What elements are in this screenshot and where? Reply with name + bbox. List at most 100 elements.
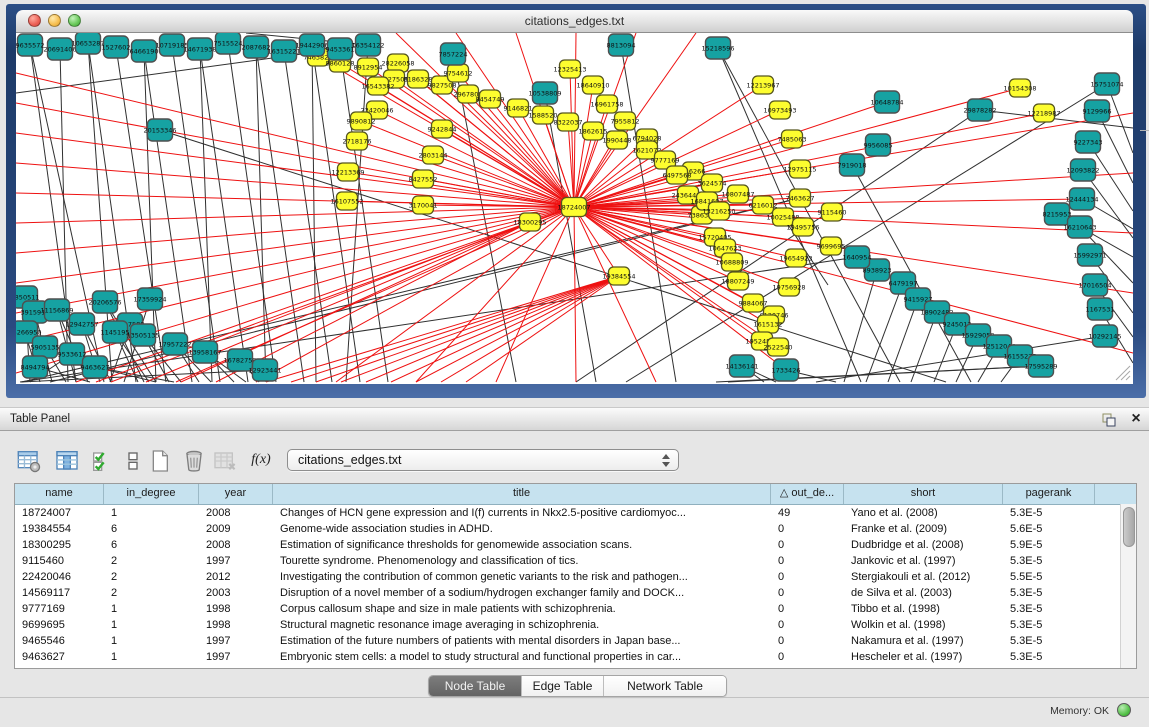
graph-node[interactable]: 29878282 [963, 99, 996, 121]
memory-status-indicator[interactable] [1117, 703, 1131, 717]
graph-node[interactable]: 12923441 [248, 359, 281, 381]
table-row[interactable]: 1938455462009Genome-wide association stu… [15, 521, 1136, 537]
table-cell[interactable]: 5.5E-5 [1003, 569, 1095, 585]
column-header-short[interactable]: short [844, 484, 1003, 504]
graph-node[interactable]: 9227343 [1074, 131, 1103, 153]
table-cell[interactable]: Tibbo et al. (1998) [844, 601, 1003, 617]
graph-node[interactable]: 6466190 [130, 40, 159, 62]
table-cell[interactable]: 1997 [199, 649, 273, 665]
graph-node[interactable]: 2087682 [242, 36, 271, 58]
table-cell[interactable]: 9777169 [15, 601, 104, 617]
table-cell[interactable]: de Silva et al. (2003) [844, 585, 1003, 601]
graph-node[interactable]: 7463627 [786, 189, 815, 207]
table-cell[interactable]: 1997 [199, 633, 273, 649]
table-cell[interactable]: 6 [104, 537, 199, 553]
graph-node[interactable]: 12325413 [553, 60, 586, 78]
graph-node[interactable]: 5905135 [31, 336, 60, 358]
table-cell[interactable]: Investigating the contribution of common… [273, 569, 771, 585]
graph-node[interactable]: 12942757 [65, 313, 98, 335]
table-row[interactable]: 977716911998Corpus callosum shape and si… [15, 601, 1136, 617]
table-cell[interactable]: 2 [104, 585, 199, 601]
graph-node[interactable]: 2718176 [343, 132, 372, 150]
table-cell[interactable]: 1 [104, 601, 199, 617]
graph-node[interactable]: 3624574 [698, 174, 727, 192]
graph-node[interactable]: 2803144 [419, 146, 448, 164]
table-cell[interactable]: Estimation of the future numbers of pati… [273, 633, 771, 649]
graph-node[interactable]: 9453361 [326, 38, 355, 60]
graph-node[interactable]: 7485063 [778, 130, 807, 148]
tab-network-table[interactable]: Network Table [603, 676, 726, 696]
table-cell[interactable]: Franke et al. (2009) [844, 521, 1003, 537]
table-cell[interactable]: 9115460 [15, 553, 104, 569]
table-select-dropdown[interactable]: citations_edges.txt [287, 449, 679, 471]
table-cell[interactable]: Disruption of a novel member of a sodium… [273, 585, 771, 601]
table-cell[interactable]: Wolkin et al. (1998) [844, 617, 1003, 633]
graph-node[interactable]: 1615132 [754, 315, 783, 333]
table-cell[interactable]: 0 [771, 585, 844, 601]
table-row[interactable]: 946362711997Embryonic stem cells: a mode… [15, 649, 1136, 665]
table-cell[interactable]: 1 [104, 505, 199, 521]
table-scrollbar[interactable] [1120, 504, 1136, 668]
column-header-title[interactable]: title [273, 484, 771, 504]
graph-node[interactable]: 12975115 [783, 160, 816, 178]
table-cell[interactable]: 5.3E-5 [1003, 649, 1095, 665]
table-cell[interactable]: 1 [104, 649, 199, 665]
table-mode-button[interactable] [16, 448, 42, 474]
row-options-button[interactable] [120, 448, 146, 474]
graph-node[interactable]: 9115460 [818, 203, 847, 221]
network-window[interactable]: citations_edges.txt 18724007746382288601… [6, 4, 1146, 398]
graph-node[interactable]: 9463627 [81, 356, 110, 378]
graph-node[interactable]: 17016504 [1078, 274, 1111, 296]
table-cell[interactable]: 0 [771, 569, 844, 585]
table-cell[interactable]: 5.6E-5 [1003, 521, 1095, 537]
table-row[interactable]: 2242004622012Investigating the contribut… [15, 569, 1136, 585]
table-cell[interactable]: Nakamura et al. (1997) [844, 633, 1003, 649]
table-cell[interactable]: 5.9E-5 [1003, 537, 1095, 553]
graph-node[interactable]: 1145195 [101, 321, 130, 343]
table-cell[interactable]: 0 [771, 633, 844, 649]
graph-node[interactable]: 16961758 [590, 95, 623, 113]
table-cell[interactable]: 2 [104, 569, 199, 585]
tab-edge-table[interactable]: Edge Table [521, 676, 603, 696]
network-canvas[interactable]: 1872400774638228860128891295428226058982… [16, 33, 1133, 384]
graph-node[interactable]: 16354122 [351, 34, 384, 56]
graph-node[interactable]: 10292145 [1088, 325, 1121, 347]
table-row[interactable]: 1830029562008Estimation of significance … [15, 537, 1136, 553]
table-cell[interactable]: 19384554 [15, 521, 104, 537]
table-cell[interactable]: Changes of HCN gene expression and I(f) … [273, 505, 771, 521]
table-cell[interactable]: 1998 [199, 601, 273, 617]
table-cell[interactable]: Dudbridge et al. (2008) [844, 537, 1003, 553]
graph-node[interactable]: 3170041 [409, 196, 438, 214]
table-cell[interactable]: 2012 [199, 569, 273, 585]
table-cell[interactable]: 9463627 [15, 649, 104, 665]
graph-node[interactable]: 7515524 [214, 33, 243, 54]
graph-node[interactable]: 12213967 [746, 76, 779, 94]
column-header-year[interactable]: year [199, 484, 273, 504]
graph-node[interactable]: 8427552 [409, 170, 438, 188]
table-cell[interactable]: Tourette syndrome. Phenomenology and cla… [273, 553, 771, 569]
table-cell[interactable]: 0 [771, 521, 844, 537]
table-cell[interactable]: 49 [771, 505, 844, 521]
graph-node[interactable]: 20153346 [143, 119, 176, 141]
table-cell[interactable]: Stergiakouli et al. (2012) [844, 569, 1003, 585]
table-cell[interactable]: Yano et al. (2008) [844, 505, 1003, 521]
table-cell[interactable]: 5.3E-5 [1003, 601, 1095, 617]
table-cell[interactable]: 9465546 [15, 633, 104, 649]
graph-node[interactable]: 10653287 [71, 33, 104, 54]
graph-node[interactable]: 9890812 [347, 112, 376, 130]
table-cell[interactable]: 18724007 [15, 505, 104, 521]
graph-node[interactable]: 8813094 [607, 34, 636, 56]
table-cell[interactable]: Structural magnetic resonance image aver… [273, 617, 771, 633]
graph-node[interactable]: 9699695 [817, 237, 846, 255]
graph-node[interactable]: 16210643 [1063, 216, 1096, 238]
resize-grip-icon[interactable] [1116, 366, 1130, 380]
graph-node[interactable]: 12093822 [1066, 159, 1099, 181]
new-table-button[interactable] [147, 448, 173, 474]
graph-node[interactable]: 19756928 [772, 278, 805, 296]
graph-node[interactable]: 6497568 [663, 166, 692, 184]
table-row[interactable]: 1456911722003Disruption of a novel membe… [15, 585, 1136, 601]
table-cell[interactable]: Hescheler et al. (1997) [844, 649, 1003, 665]
table-cell[interactable]: 5.3E-5 [1003, 633, 1095, 649]
table-cell[interactable]: 18300295 [15, 537, 104, 553]
graph-node[interactable]: 9635572 [16, 34, 44, 56]
